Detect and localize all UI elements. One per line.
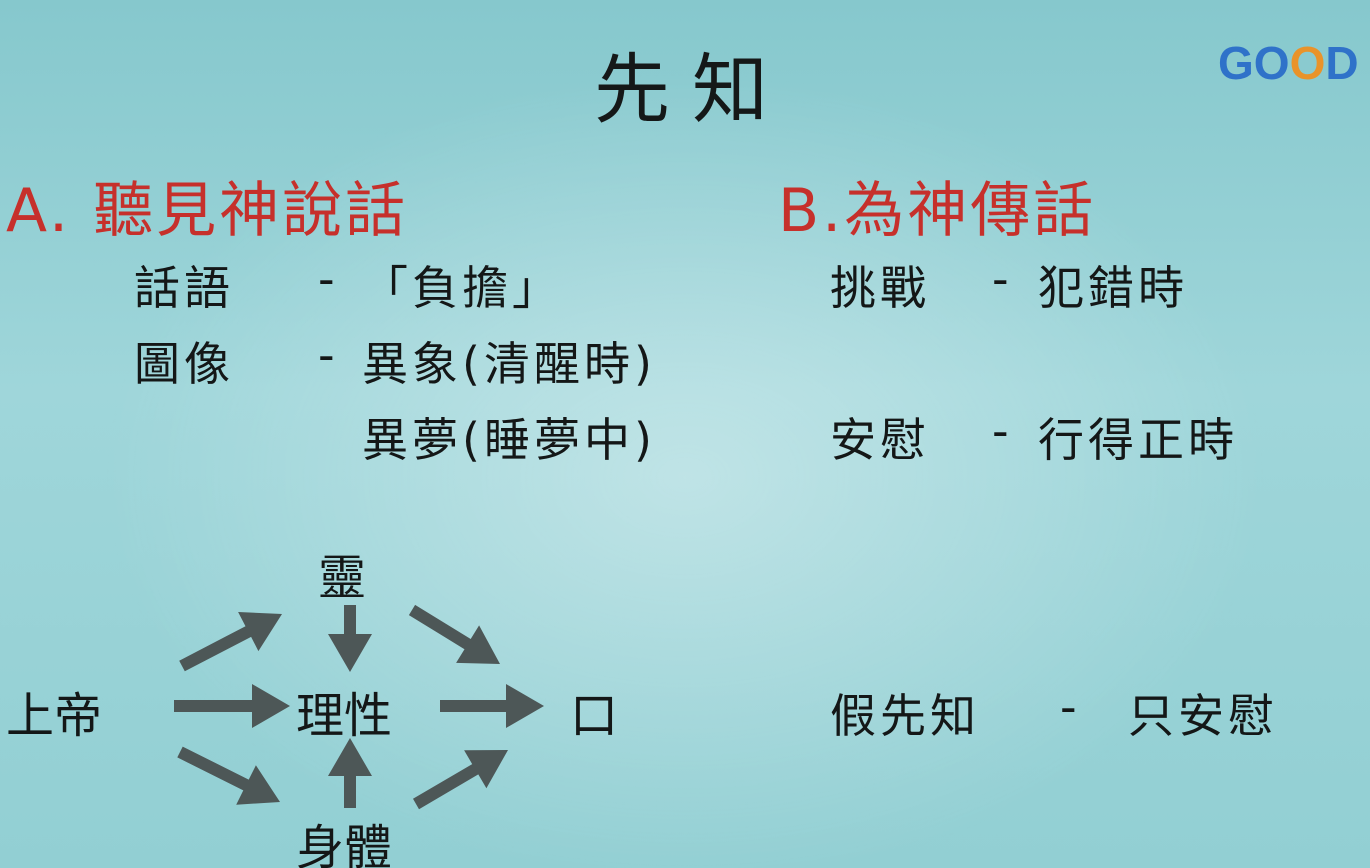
section-b-row1-desc: 犯錯時 <box>1038 261 1188 315</box>
arrow-body-to-mouth-path <box>413 750 508 810</box>
section-b-row1-dash: - <box>992 252 1013 306</box>
channel-logo: GOOD <box>1218 36 1370 90</box>
arrow-god-to-spirit-path <box>179 612 282 672</box>
diagram-node-mouth: 口 <box>570 688 619 744</box>
section-b-row3-term: 假先知 <box>830 689 980 743</box>
section-a-row3-desc: 異夢(睡夢中) <box>362 413 656 467</box>
section-b-heading: B.為神傳話 <box>778 176 1097 246</box>
section-b-row2-desc: 行得正時 <box>1038 413 1238 467</box>
diagram-node-reason: 理性 <box>296 688 393 744</box>
section-a-heading: A. 聽見神說話 <box>6 176 409 246</box>
diagram-node-body: 身體 <box>296 820 393 868</box>
diagram-node-god: 上帝 <box>6 688 103 744</box>
arrow-god-to-body-path <box>177 746 280 805</box>
section-a-row1-desc: 「負擔」 <box>362 261 562 315</box>
section-a-row1-dash: - <box>318 252 339 306</box>
section-a-row2-term: 圖像 <box>134 337 234 391</box>
section-a-row1-term: 話語 <box>134 261 234 315</box>
logo-letter-d: D <box>1325 37 1359 89</box>
section-a-row2-desc: 異象(清醒時) <box>362 337 656 391</box>
section-b-row3-desc: 只安慰 <box>1128 689 1278 743</box>
arrow-body-to-reason <box>328 738 372 808</box>
slide-title: 先知 <box>594 45 790 134</box>
section-a-row2-dash: - <box>318 328 339 382</box>
logo-letter-g: G <box>1218 37 1254 89</box>
arrow-god-to-reason <box>174 684 290 728</box>
arrow-reason-to-mouth <box>440 684 544 728</box>
arrow-spirit-to-mouth-path <box>408 604 500 664</box>
diagram-node-spirit: 靈 <box>318 550 367 606</box>
logo-letter-o-2: O <box>1289 37 1326 89</box>
section-b-row2-dash: - <box>992 404 1013 458</box>
section-b-row1-term: 挑戰 <box>830 261 930 315</box>
section-b-row2-term: 安慰 <box>830 413 930 467</box>
arrow-spirit-to-reason <box>328 605 372 672</box>
logo-letter-o-1: O <box>1253 37 1290 89</box>
section-b-row3-dash: - <box>1060 680 1081 734</box>
